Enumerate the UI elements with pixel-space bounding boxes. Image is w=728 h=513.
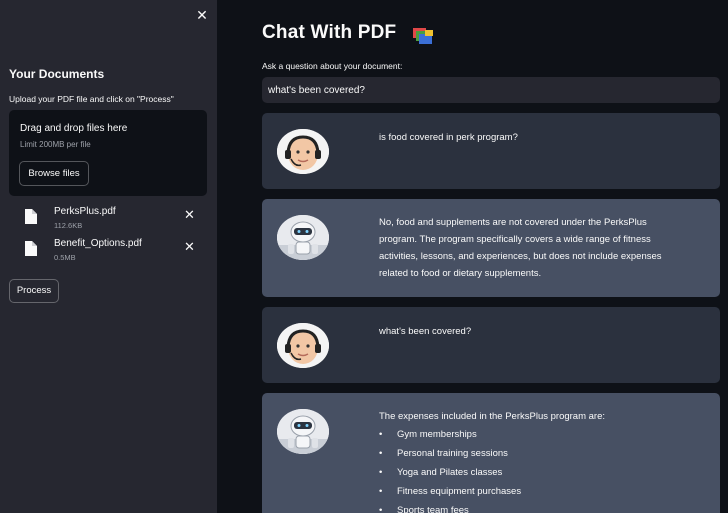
books-icon (413, 28, 433, 44)
message-text: is food covered in perk program? (379, 132, 518, 143)
user-avatar (277, 129, 329, 174)
file-icon (25, 241, 37, 256)
message-text: The expenses included in the PerksPlus p… (379, 408, 679, 513)
uploaded-file-item: PerksPlus.pdf 112.6KB ✕ (24, 206, 204, 234)
dropzone-limit: Limit 200MB per file (20, 140, 91, 149)
list-item: Personal training sessions (379, 444, 679, 463)
page-title: Chat With PDF (262, 22, 397, 43)
list-item: Gym memberships (379, 425, 679, 444)
message-text: No, food and supplements are not covered… (379, 217, 662, 279)
close-sidebar-button[interactable]: ✕ (194, 7, 210, 23)
file-size: 0.5MB (54, 253, 76, 262)
chat-message-bot: No, food and supplements are not covered… (262, 199, 720, 297)
question-input[interactable] (262, 77, 720, 103)
bot-avatar (277, 409, 329, 454)
sidebar-subtitle: Upload your PDF file and click on "Proce… (9, 94, 174, 104)
sidebar-title: Your Documents (9, 67, 105, 81)
file-size: 112.6KB (54, 221, 83, 230)
list-item: Yoga and Pilates classes (379, 463, 679, 482)
chat-message-bot: The expenses included in the PerksPlus p… (262, 393, 720, 513)
file-icon (25, 209, 37, 224)
dropzone-title: Drag and drop files here (20, 123, 128, 134)
bot-avatar (277, 215, 329, 260)
process-button[interactable]: Process (9, 279, 59, 303)
uploaded-file-item: Benefit_Options.pdf 0.5MB ✕ (24, 238, 204, 266)
message-intro: The expenses included in the PerksPlus p… (379, 411, 606, 422)
remove-file-button[interactable]: ✕ (184, 208, 195, 221)
file-name: PerksPlus.pdf (54, 206, 116, 217)
list-item: Fitness equipment purchases (379, 482, 679, 501)
coverage-list: Gym memberships Personal training sessio… (379, 425, 679, 513)
chat-message-user: is food covered in perk program? (262, 113, 720, 189)
file-name: Benefit_Options.pdf (54, 238, 142, 249)
chat-message-user: what's been covered? (262, 307, 720, 383)
message-text: what's been covered? (379, 326, 472, 337)
file-dropzone[interactable]: Drag and drop files here Limit 200MB per… (9, 110, 207, 196)
sidebar: ✕ Your Documents Upload your PDF file an… (0, 0, 217, 513)
user-avatar (277, 323, 329, 368)
question-label: Ask a question about your document: (262, 61, 403, 71)
remove-file-button[interactable]: ✕ (184, 240, 195, 253)
app: ✕ Your Documents Upload your PDF file an… (0, 0, 728, 513)
list-item: Sports team fees (379, 501, 679, 513)
browse-files-button[interactable]: Browse files (19, 161, 89, 186)
